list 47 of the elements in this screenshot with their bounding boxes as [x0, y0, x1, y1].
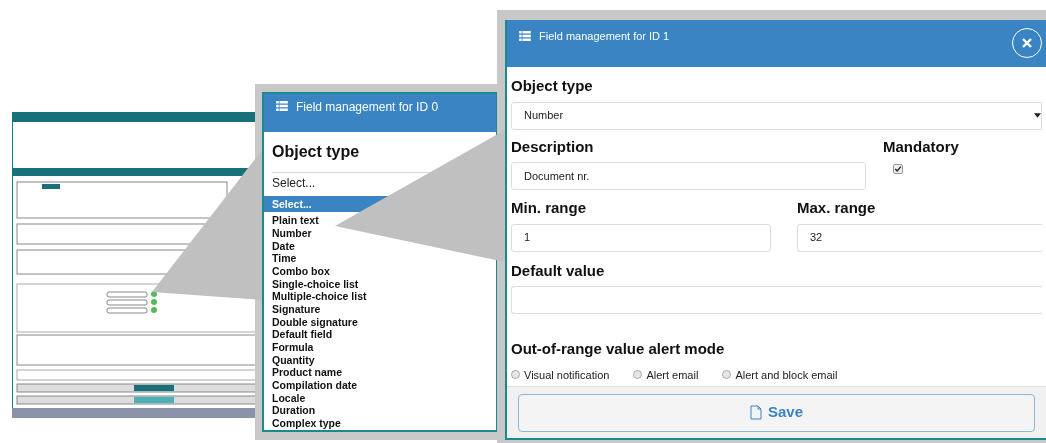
max-range-field[interactable]: 32 [797, 223, 1042, 252]
field-label: Min. range [511, 198, 587, 218]
dropdown-option[interactable]: Formula [264, 341, 322, 355]
field-label: Mandatory [883, 136, 959, 157]
min-range-field[interactable]: 1 [511, 223, 771, 252]
dropdown-option[interactable]: Combo box [264, 264, 338, 278]
document-icon [749, 405, 762, 420]
dropdown-option[interactable]: Signature [264, 302, 329, 316]
radio-label: Alert and block email [735, 367, 838, 383]
dropdown-option[interactable]: Plain text [264, 214, 327, 228]
field-label: Max. range [797, 198, 877, 218]
description-field[interactable]: Document nr. [511, 162, 866, 190]
radio-button[interactable] [722, 370, 732, 380]
dropdown-option[interactable]: Select... [264, 197, 320, 211]
field-label: Object type [511, 76, 594, 96]
field-label: Default value [511, 260, 606, 281]
radio-button[interactable] [511, 370, 520, 380]
dropdown-option[interactable]: Double signature [264, 315, 366, 329]
default-value-field[interactable] [511, 286, 1042, 314]
dropdown-option[interactable]: Single-choice list [264, 277, 367, 291]
dropdown-option[interactable]: Complex type [264, 417, 349, 431]
save-button[interactable]: Save [518, 393, 1035, 432]
dropdown-option[interactable]: Multiple-choice list [264, 290, 375, 304]
panel-title: Field management for ID 0 [296, 99, 439, 116]
dropdown-option[interactable]: Number [264, 226, 320, 240]
radio-button[interactable] [633, 370, 643, 380]
caret-icon [1034, 113, 1041, 118]
close-icon [1022, 38, 1032, 48]
object-type-select[interactable]: Number [511, 101, 1042, 130]
dropdown-option[interactable]: Time [264, 252, 305, 266]
radio-label: Visual notification [524, 367, 610, 383]
field-label: Description [511, 136, 595, 157]
select-field[interactable]: Select... [272, 173, 316, 194]
field-label: Out-of-range value alert mode [511, 339, 726, 359]
radio-label: Alert email [646, 367, 699, 383]
dialog-title: Field management for ID 1 [539, 29, 670, 44]
list-icon [276, 101, 288, 111]
dropdown-option[interactable]: Locale [264, 391, 314, 405]
dropdown-option[interactable]: Quantity [264, 353, 323, 367]
dropdown-option[interactable]: Date [264, 239, 303, 253]
dropdown-option[interactable]: Default field [264, 328, 341, 342]
dropdown-option[interactable]: Compilation date [264, 379, 366, 393]
list-icon [519, 31, 531, 42]
dropdown-option[interactable]: Duration [264, 404, 324, 418]
dropdown-option[interactable]: Product name [264, 366, 350, 380]
mandatory-checkbox[interactable] [893, 164, 903, 174]
field-label: Object type [271, 142, 361, 163]
